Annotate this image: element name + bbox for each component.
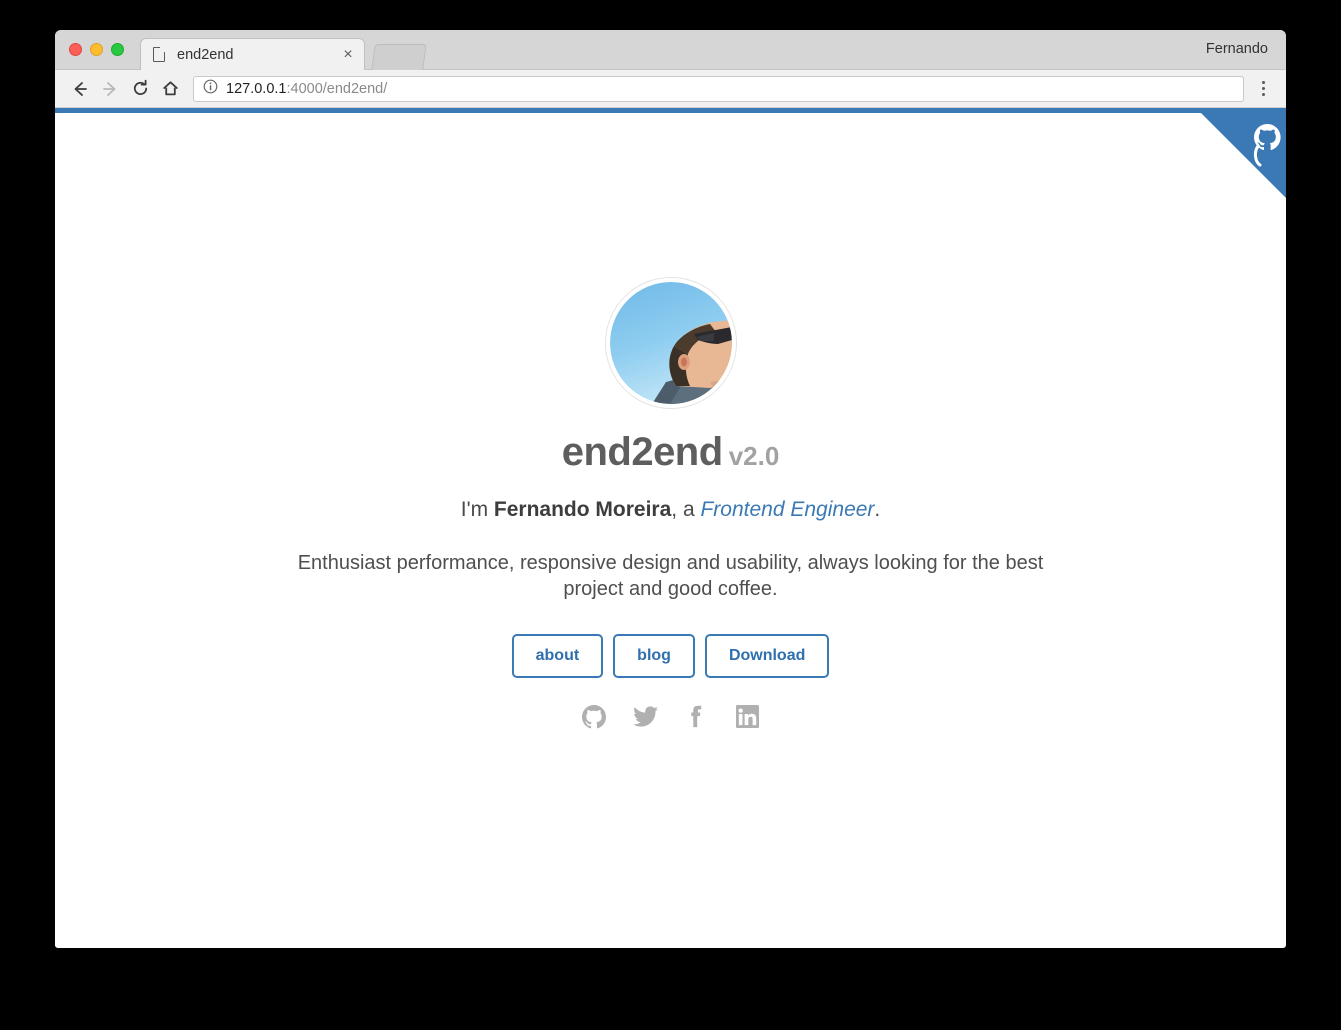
tagline-name: Fernando Moreira bbox=[493, 498, 672, 521]
tagline-suffix: . bbox=[874, 498, 881, 521]
twitter-icon bbox=[632, 704, 658, 729]
browser-tabstrip: end2end × Fernando bbox=[55, 30, 1286, 70]
reload-button[interactable] bbox=[125, 74, 155, 104]
download-button[interactable]: Download bbox=[704, 634, 830, 678]
more-options-icon bbox=[1261, 93, 1265, 96]
window-controls bbox=[69, 43, 124, 56]
hero-section: end2end v2.0 I'm Fernando Moreira, a Fron… bbox=[55, 108, 1286, 730]
site-version: v2.0 bbox=[728, 441, 780, 471]
linkedin-link[interactable] bbox=[734, 704, 760, 730]
back-button[interactable] bbox=[65, 74, 95, 104]
close-window-button[interactable] bbox=[69, 43, 82, 56]
browser-toolbar: 127.0.0.1:4000/end2end/ bbox=[55, 70, 1286, 108]
more-options-icon bbox=[1261, 87, 1265, 90]
info-circle-icon[interactable] bbox=[203, 79, 218, 99]
action-buttons: about blog Download bbox=[55, 634, 1286, 678]
blog-button[interactable]: blog bbox=[613, 634, 695, 678]
new-tab-button[interactable] bbox=[371, 44, 427, 70]
forward-arrow-icon bbox=[101, 80, 119, 98]
back-arrow-icon bbox=[71, 80, 89, 98]
reload-arrow-icon bbox=[131, 79, 150, 98]
tab-title: end2end bbox=[177, 46, 234, 63]
url-path: :4000/end2end/ bbox=[286, 80, 388, 97]
role-link[interactable]: Frontend Engineer bbox=[700, 498, 874, 521]
more-options-icon bbox=[1261, 81, 1265, 84]
home-button[interactable] bbox=[155, 74, 185, 104]
forward-button[interactable] bbox=[95, 74, 125, 104]
social-links bbox=[55, 704, 1286, 730]
page-icon bbox=[153, 46, 166, 62]
tagline-middle: , a bbox=[671, 498, 701, 521]
github-link[interactable] bbox=[581, 704, 607, 730]
home-icon bbox=[161, 79, 180, 98]
close-icon[interactable]: × bbox=[340, 46, 356, 63]
facebook-link[interactable] bbox=[683, 704, 709, 730]
browser-window: end2end × Fernando 127.0.0.1:4000/end2en… bbox=[55, 30, 1286, 948]
about-button[interactable]: about bbox=[511, 634, 604, 678]
tagline-prefix: I'm bbox=[460, 498, 494, 521]
github-icon bbox=[582, 704, 606, 729]
site-name: end2end bbox=[561, 430, 723, 474]
browser-tab-end2end[interactable]: end2end × bbox=[140, 38, 365, 70]
avatar bbox=[605, 278, 736, 408]
page-viewport: end2end v2.0 I'm Fernando Moreira, a Fron… bbox=[55, 108, 1286, 946]
minimize-window-button[interactable] bbox=[90, 43, 103, 56]
profile-name[interactable]: Fernando bbox=[1206, 41, 1268, 57]
twitter-link[interactable] bbox=[632, 704, 658, 730]
profile-photo-icon bbox=[609, 282, 732, 404]
maximize-window-button[interactable] bbox=[111, 43, 124, 56]
address-bar[interactable]: 127.0.0.1:4000/end2end/ bbox=[193, 75, 1244, 102]
browser-menu-button[interactable] bbox=[1250, 74, 1276, 104]
url-host: 127.0.0.1 bbox=[226, 80, 287, 97]
page-title: end2end v2.0 bbox=[55, 430, 1286, 474]
address-bar-text: 127.0.0.1:4000/end2end/ bbox=[226, 81, 387, 97]
page-description: Enthusiast performance, responsive desig… bbox=[297, 552, 1044, 601]
facebook-icon bbox=[685, 705, 707, 729]
linkedin-icon bbox=[735, 705, 759, 729]
tagline: I'm Fernando Moreira, a Frontend Enginee… bbox=[55, 496, 1286, 523]
